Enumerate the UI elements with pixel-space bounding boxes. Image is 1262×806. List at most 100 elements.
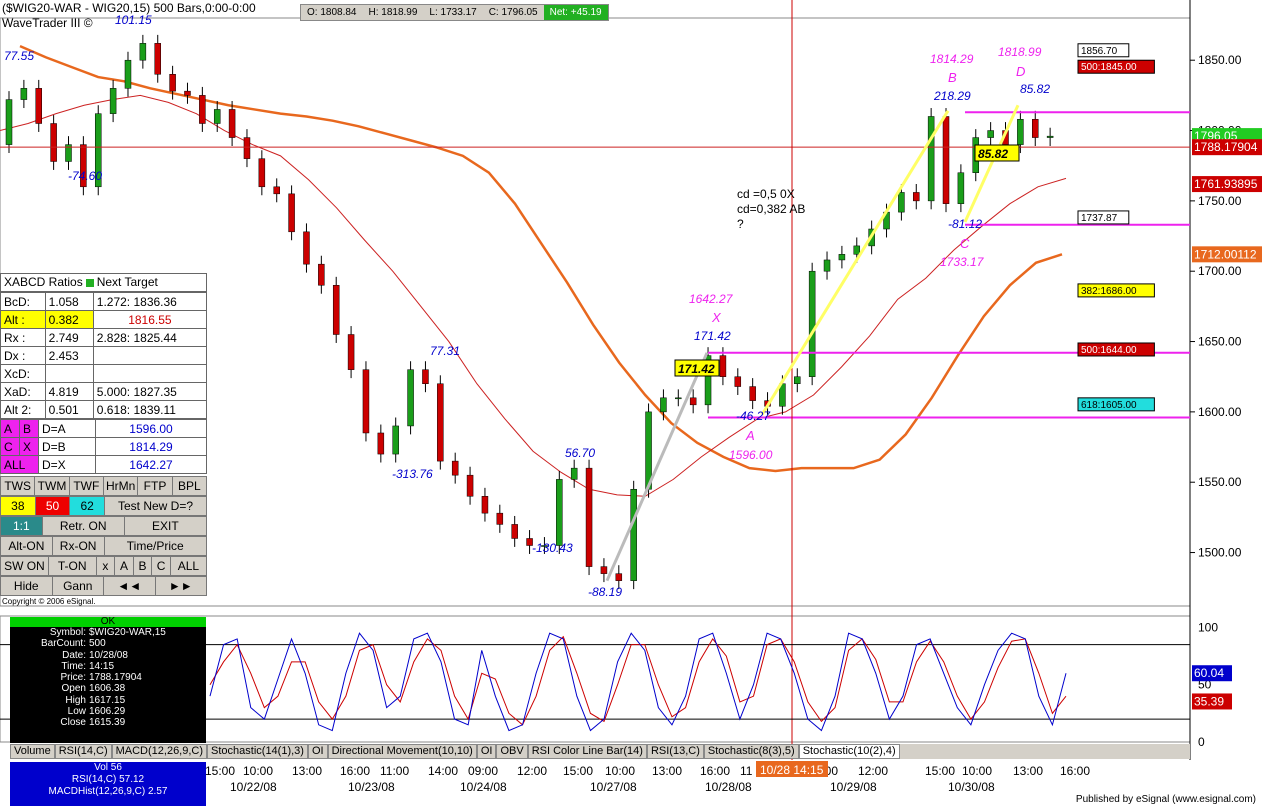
hrmn-button[interactable]: HrMn	[103, 477, 138, 495]
y-tick-label: 1650.00	[1198, 335, 1242, 349]
stoch-tick-label: 100	[1198, 620, 1218, 634]
exit-button[interactable]: EXIT	[124, 517, 206, 535]
axis-badge-label: 1788.17904	[1194, 140, 1258, 154]
bpl-button[interactable]: BPL	[172, 477, 206, 495]
swing-label: -313.76	[392, 467, 433, 481]
tab-oi-2[interactable]: OI	[476, 744, 497, 759]
candle-body	[20, 88, 28, 100]
t-on-button[interactable]: T-ON	[48, 557, 96, 575]
info-value: 1606.29	[89, 706, 126, 718]
tws-button-row: TWS TWM TWF HrMn FTP BPL	[0, 476, 207, 496]
tab-rsi-color-line-bar[interactable]: RSI Color Line Bar(14)	[527, 744, 647, 759]
ohlc-close: C: 1796.05	[488, 7, 538, 18]
tab-volume[interactable]: Volume	[10, 744, 55, 759]
candle-body	[347, 334, 355, 370]
forward-icon[interactable]: ►►	[155, 577, 206, 595]
alt-on-button[interactable]: Alt-ON	[1, 537, 52, 555]
hide-button[interactable]: Hide	[1, 577, 52, 595]
twf-button[interactable]: TWF	[69, 477, 103, 495]
tab-obv[interactable]: OBV	[496, 744, 528, 759]
info-value: 14:15	[89, 660, 115, 672]
target-label: D=X	[38, 455, 96, 474]
candle-body	[511, 524, 518, 539]
tab-stochastic-14[interactable]: Stochastic(14(1),3)	[207, 744, 308, 759]
toggle-b-button[interactable]: B	[19, 419, 39, 438]
candle-body	[273, 186, 280, 195]
y-tick-label: 1600.00	[1198, 405, 1242, 419]
pattern-point-label: A	[745, 428, 755, 443]
table-row: C X D=B 1814.29	[0, 437, 207, 456]
tab-macd[interactable]: MACD(12,26,9,C)	[111, 744, 208, 759]
hide-button-row: Hide Gann ◄◄ ►►	[0, 576, 207, 596]
ratio-name: XcD:	[0, 364, 46, 383]
tws-button[interactable]: TWS	[1, 477, 35, 495]
tab-rsi-14[interactable]: RSI(14,C)	[54, 744, 112, 759]
candle-body	[570, 467, 578, 480]
rx-on-button[interactable]: Rx-ON	[52, 537, 104, 555]
fib-50-button[interactable]: 50	[35, 497, 70, 515]
ratio-target	[92, 364, 208, 383]
candle-body	[719, 355, 727, 377]
fib-button-row: 38 50 62 Test New D=?	[0, 496, 207, 516]
test-new-d-button[interactable]: Test New D=?	[105, 497, 206, 515]
candle-body	[734, 376, 742, 387]
swing-label: 77.31	[430, 344, 460, 358]
candle-body	[660, 397, 667, 413]
toggle-a-button[interactable]: A	[0, 419, 20, 438]
tab-oi[interactable]: OI	[307, 744, 328, 759]
ratio-target: 2.828: 1825.44	[92, 328, 208, 347]
swing-label: 218.29	[933, 89, 971, 103]
rewind-icon[interactable]: ◄◄	[104, 577, 155, 595]
info-value: 1617.15	[89, 694, 126, 706]
gann-button[interactable]: Gann	[52, 577, 103, 595]
info-value: 1606.38	[89, 683, 126, 695]
candle-body	[1046, 135, 1054, 138]
c-button[interactable]: C	[152, 557, 170, 575]
ratio-value: 0.382	[44, 310, 94, 329]
b-button[interactable]: B	[133, 557, 152, 575]
fib-38-button[interactable]: 38	[1, 497, 35, 515]
retr-on-button[interactable]: Retr. ON	[42, 517, 124, 535]
swing-label: 85.82	[1020, 82, 1050, 96]
info-row: Time: 14:15	[10, 661, 206, 672]
toggle-x-button[interactable]: X	[19, 437, 39, 456]
ratio-value: 1.058	[44, 292, 94, 311]
tab-rsi-13[interactable]: RSI(13,C)	[646, 744, 704, 759]
pattern-point-label: C	[960, 236, 970, 251]
candle-body	[228, 109, 236, 138]
stoch-badge-label: 60.04	[1194, 666, 1224, 680]
ratio-value	[44, 364, 94, 383]
ratio-target: 1.272: 1836.36	[92, 292, 208, 311]
pattern-leg	[605, 352, 709, 582]
tab-stochastic-8[interactable]: Stochastic(8(3),5)	[703, 744, 799, 759]
ratio-name: Rx :	[0, 328, 46, 347]
ratio-value: 0.501	[44, 400, 94, 419]
all-button[interactable]: ALL	[170, 557, 206, 575]
toggle-all-button[interactable]: ALL	[0, 455, 39, 474]
ratio-1-1-button[interactable]: 1:1	[1, 517, 42, 535]
time-price-button[interactable]: Time/Price	[104, 537, 206, 555]
swing-label: -88.19	[588, 585, 622, 599]
candle-body	[749, 386, 756, 401]
sw-on-button[interactable]: SW ON	[1, 557, 48, 575]
time-tick-label: 15:00	[205, 764, 235, 778]
swing-label: -74.60	[68, 169, 102, 183]
info-value: 10/28/08	[89, 649, 128, 661]
fib-62-button[interactable]: 62	[70, 497, 104, 515]
ftp-button[interactable]: FTP	[138, 477, 172, 495]
ohlc-open: O: 1808.84	[307, 7, 357, 18]
toggle-c-button[interactable]: C	[0, 437, 20, 456]
a-button[interactable]: A	[115, 557, 133, 575]
time-tick-label: 16:00	[700, 764, 730, 778]
x-button[interactable]: x	[96, 557, 115, 575]
twm-button[interactable]: TWM	[35, 477, 69, 495]
xabcd-header: XABCD Ratios Next Target	[0, 273, 207, 292]
candle-body	[794, 376, 801, 384]
time-tick-label: 15:00	[563, 764, 593, 778]
tab-stochastic-10[interactable]: Stochastic(10(2),4)	[798, 744, 900, 759]
candle-body	[1017, 119, 1024, 145]
target-value: 1596.00	[95, 419, 207, 438]
candle-body	[243, 137, 251, 159]
candle-body	[451, 460, 459, 476]
tab-directional-movement[interactable]: Directional Movement(10,10)	[327, 744, 477, 759]
